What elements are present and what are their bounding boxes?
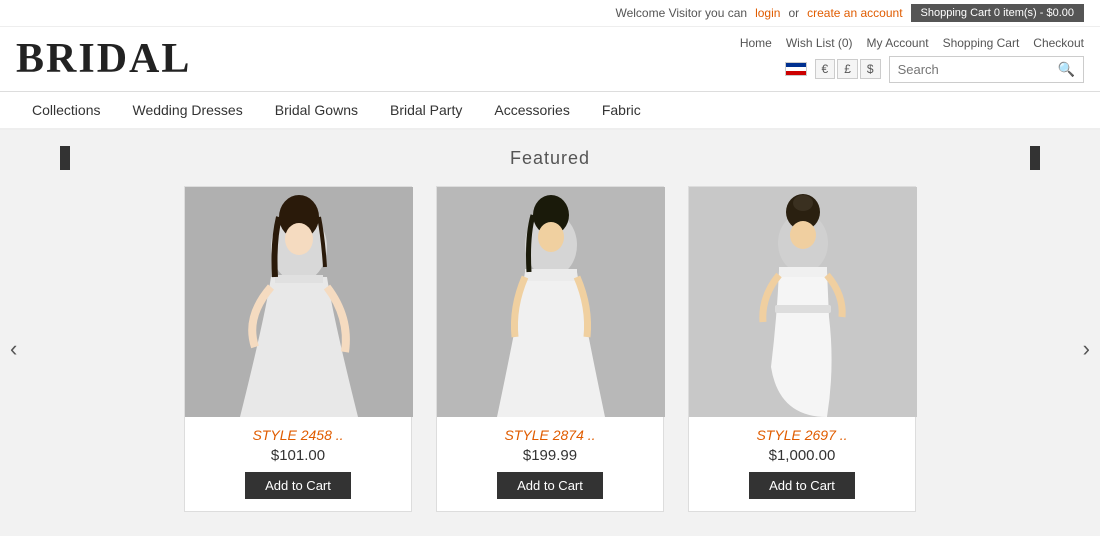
featured-right-block <box>1030 146 1040 170</box>
featured-container: ‹ <box>0 186 1100 512</box>
prev-arrow[interactable]: ‹ <box>0 336 27 362</box>
next-arrow[interactable]: › <box>1073 336 1100 362</box>
add-to-cart-btn-3[interactable]: Add to Cart <box>749 472 855 499</box>
home-link[interactable]: Home <box>740 36 772 50</box>
product-card-2: STYLE 2874 .. $199.99 Add to Cart <box>436 186 664 512</box>
or-text: or <box>788 6 799 20</box>
header-nav: Home Wish List (0) My Account Shopping C… <box>740 36 1084 50</box>
product-price-1: $101.00 <box>185 447 411 464</box>
search-box: 🔍 <box>889 56 1084 83</box>
euro-btn[interactable]: € <box>815 59 836 79</box>
nav-wedding-dresses[interactable]: Wedding Dresses <box>116 92 258 128</box>
product-image-3 <box>689 187 917 417</box>
pound-btn[interactable]: £ <box>837 59 858 79</box>
products-row: STYLE 2458 .. $101.00 Add to Cart <box>27 186 1072 512</box>
currency-buttons: € £ $ <box>815 59 881 79</box>
product-card-1: STYLE 2458 .. $101.00 Add to Cart <box>184 186 412 512</box>
nav-bridal-gowns[interactable]: Bridal Gowns <box>259 92 374 128</box>
shopping-cart-top-button[interactable]: Shopping Cart 0 item(s) - $0.00 <box>911 4 1084 22</box>
product-card-3: STYLE 2697 .. $1,000.00 Add to Cart <box>688 186 916 512</box>
logo: BRIDAL <box>16 35 191 83</box>
product-price-3: $1,000.00 <box>689 447 915 464</box>
top-bar: Welcome Visitor you can login or create … <box>0 0 1100 27</box>
featured-left-block <box>60 146 70 170</box>
nav-fabric[interactable]: Fabric <box>586 92 657 128</box>
product-name-3: STYLE 2697 .. <box>697 427 907 443</box>
create-account-link[interactable]: create an account <box>807 6 902 20</box>
welcome-text: Welcome Visitor you can <box>615 6 747 20</box>
add-to-cart-btn-1[interactable]: Add to Cart <box>245 472 351 499</box>
header: BRIDAL Home Wish List (0) My Account Sho… <box>0 27 1100 92</box>
product-price-2: $199.99 <box>437 447 663 464</box>
product-image-2 <box>437 187 665 417</box>
main-nav: Collections Wedding Dresses Bridal Gowns… <box>0 92 1100 130</box>
nav-accessories[interactable]: Accessories <box>478 92 585 128</box>
wishlist-link[interactable]: Wish List (0) <box>786 36 853 50</box>
header-controls: € £ $ 🔍 <box>785 56 1085 83</box>
product-image-1 <box>185 187 413 417</box>
featured-section: Featured ‹ <box>0 130 1100 536</box>
header-right: Home Wish List (0) My Account Shopping C… <box>740 36 1084 83</box>
add-to-cart-btn-2[interactable]: Add to Cart <box>497 472 603 499</box>
product-name-1: STYLE 2458 .. <box>193 427 403 443</box>
login-link[interactable]: login <box>755 6 780 20</box>
nav-bridal-party[interactable]: Bridal Party <box>374 92 478 128</box>
shopping-cart-link[interactable]: Shopping Cart <box>943 36 1020 50</box>
nav-collections[interactable]: Collections <box>16 92 116 128</box>
featured-title: Featured <box>70 148 1030 169</box>
flag-icon <box>785 62 807 76</box>
featured-header: Featured <box>0 146 1100 170</box>
dollar-btn[interactable]: $ <box>860 59 881 79</box>
search-button[interactable]: 🔍 <box>1050 57 1083 82</box>
product-name-2: STYLE 2874 .. <box>445 427 655 443</box>
my-account-link[interactable]: My Account <box>867 36 929 50</box>
checkout-link[interactable]: Checkout <box>1033 36 1084 50</box>
search-input[interactable] <box>890 58 1050 81</box>
